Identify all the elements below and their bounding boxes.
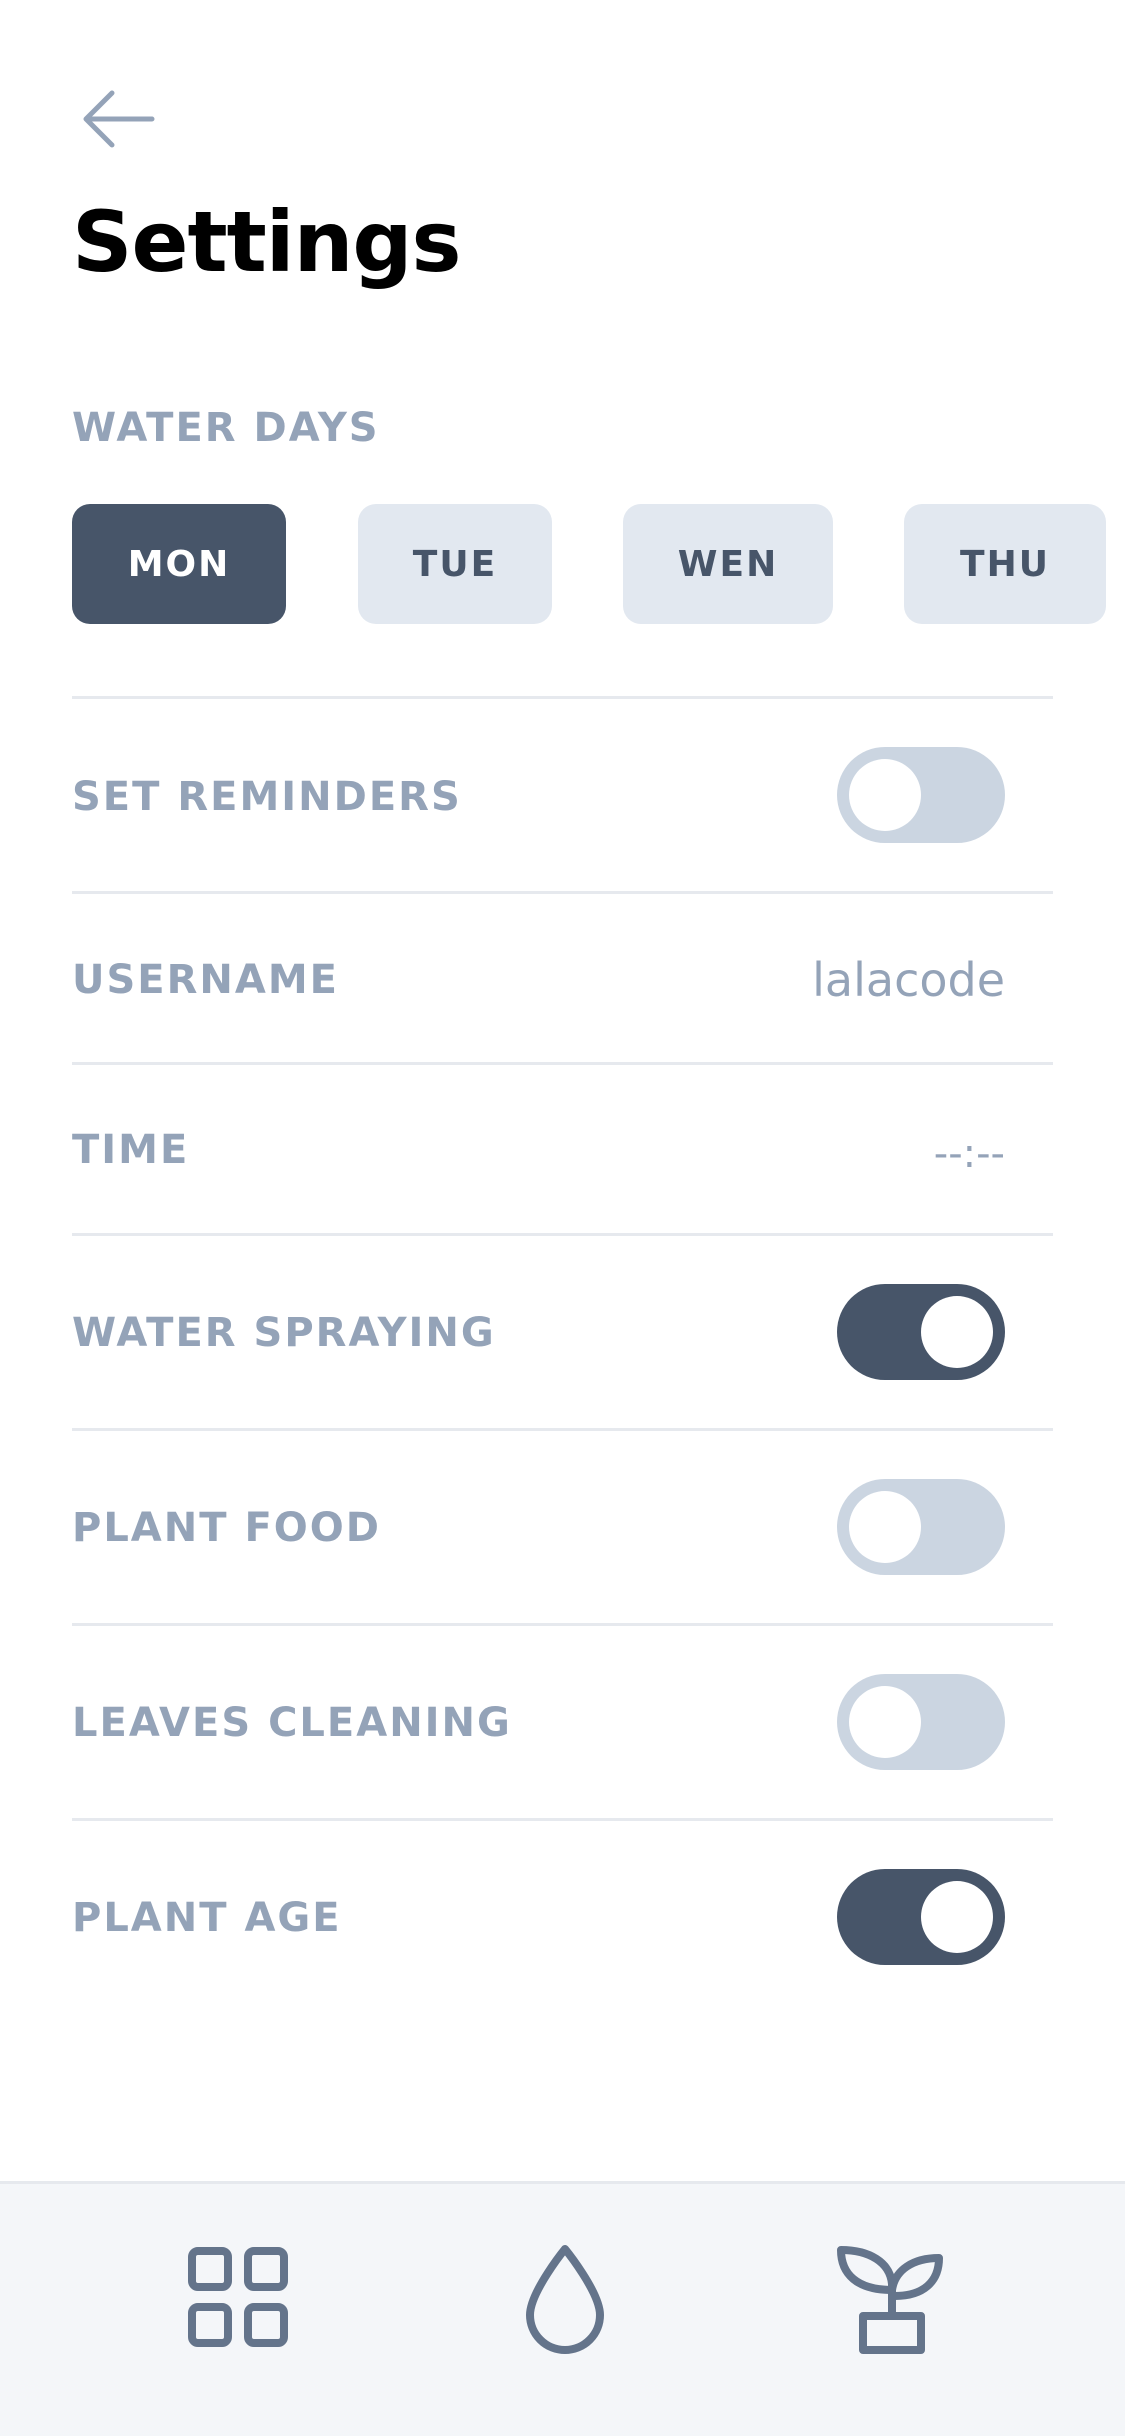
water-days-label: WATER DAYS: [72, 405, 380, 451]
set-reminders-label: SET REMINDERS: [72, 774, 462, 820]
day-chip-label: MON: [127, 543, 231, 585]
toggle-knob: [921, 1296, 993, 1368]
divider: [72, 1428, 1053, 1431]
divider: [72, 891, 1053, 894]
tab-plants[interactable]: [835, 2240, 945, 2360]
bottom-tab-bar: [0, 2181, 1125, 2436]
page-title: Settings: [72, 193, 461, 291]
plant-food-label: PLANT FOOD: [72, 1505, 381, 1551]
day-chip-thu[interactable]: THU: [904, 504, 1106, 624]
water-drop-icon: [526, 2245, 604, 2354]
water-spraying-label: WATER SPRAYING: [72, 1310, 496, 1356]
day-chip-tue[interactable]: TUE: [358, 504, 552, 624]
leaves-cleaning-label: LEAVES CLEANING: [72, 1700, 512, 1746]
toggle-knob: [921, 1881, 993, 1953]
tab-watering[interactable]: [510, 2240, 620, 2360]
day-chip-label: TUE: [412, 543, 498, 585]
leaves-cleaning-toggle[interactable]: [837, 1674, 1005, 1770]
time-label: TIME: [72, 1127, 190, 1173]
divider: [72, 1233, 1053, 1236]
username-value[interactable]: lalacode: [812, 955, 1005, 1005]
divider: [72, 1818, 1053, 1821]
grid-icon: [188, 2247, 288, 2347]
tab-dashboard[interactable]: [183, 2240, 293, 2360]
time-input[interactable]: [820, 1124, 1005, 1184]
plant-pot-icon: [837, 2246, 943, 2354]
username-label: USERNAME: [72, 957, 339, 1003]
toggle-knob: [849, 1491, 921, 1563]
water-days-selector: MON TUE WEN THU: [72, 504, 1125, 624]
arrow-left-icon: [83, 90, 155, 148]
divider: [72, 696, 1053, 699]
set-reminders-toggle[interactable]: [837, 747, 1005, 843]
toggle-knob: [849, 759, 921, 831]
day-chip-mon[interactable]: MON: [72, 504, 286, 624]
day-chip-label: WEN: [677, 543, 779, 585]
divider: [72, 1062, 1053, 1065]
divider: [72, 1623, 1053, 1626]
plant-age-toggle[interactable]: [837, 1869, 1005, 1965]
day-chip-label: THU: [960, 543, 1050, 585]
back-button[interactable]: [72, 82, 162, 156]
plant-food-toggle[interactable]: [837, 1479, 1005, 1575]
toggle-knob: [849, 1686, 921, 1758]
plant-age-label: PLANT AGE: [72, 1895, 342, 1941]
day-chip-wen[interactable]: WEN: [623, 504, 833, 624]
water-spraying-toggle[interactable]: [837, 1284, 1005, 1380]
